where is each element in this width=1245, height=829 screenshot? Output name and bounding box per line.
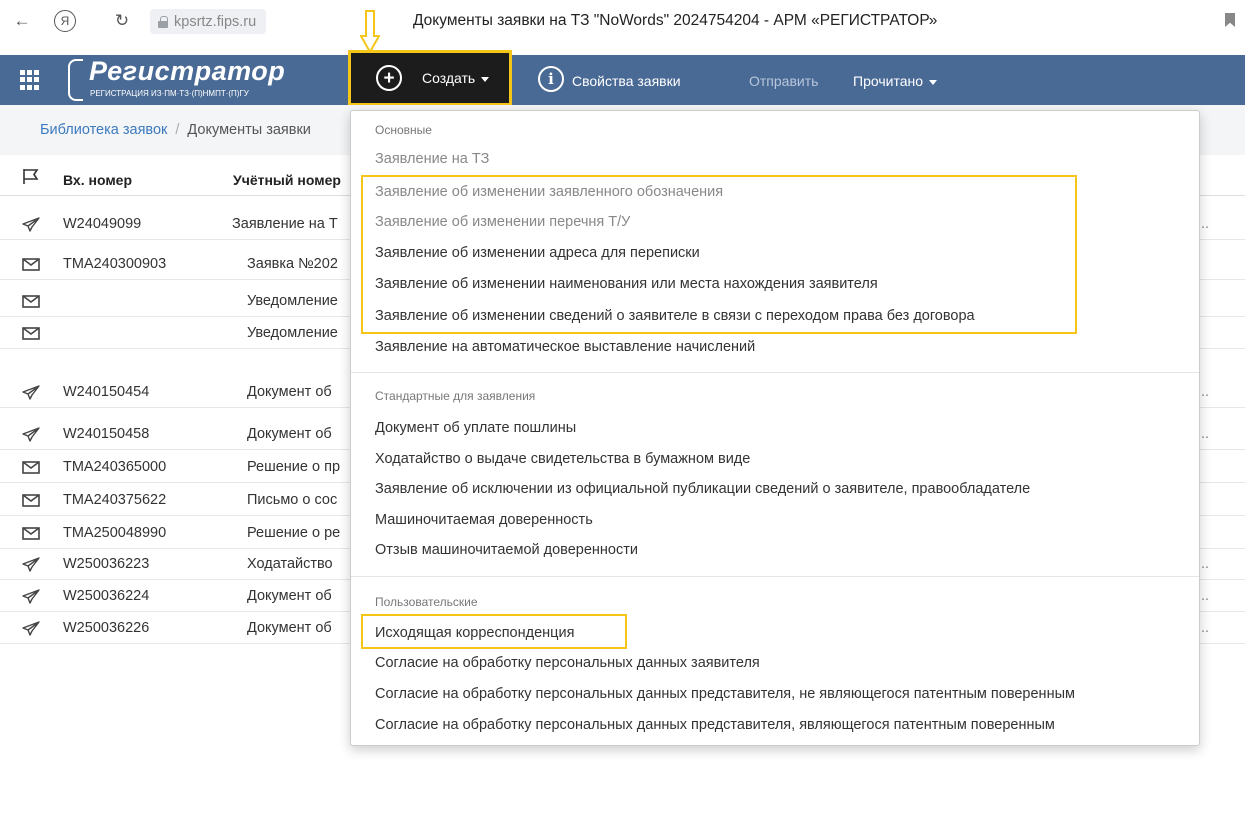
- caret-down-icon: [481, 76, 490, 82]
- send-icon: [22, 427, 40, 442]
- send-icon: [22, 385, 40, 400]
- row-number: TMA240365000: [63, 459, 167, 475]
- row-document: Решение о пр: [247, 459, 341, 475]
- row-document: Уведомление: [247, 325, 338, 341]
- plus-icon: +: [376, 65, 402, 91]
- breadcrumb-library-link[interactable]: Библиотека заявок: [40, 122, 167, 138]
- browser-toolbar: ← Я ↻ kpsrtz.fips.ru Документы заявки на…: [0, 0, 1245, 42]
- send-icon: [22, 589, 40, 604]
- row-number: W24049099: [63, 216, 142, 232]
- menu-divider: [351, 372, 1199, 373]
- address-bar[interactable]: kpsrtz.fips.ru: [150, 9, 267, 34]
- menu-item-outgoing-correspondence[interactable]: Исходящая корреспонденция: [375, 625, 574, 641]
- menu-item-change-applicant-info[interactable]: Заявление об изменении сведений о заявит…: [375, 308, 975, 324]
- breadcrumb-separator: /: [175, 122, 180, 138]
- caret-down-icon: [929, 79, 937, 85]
- row-number: TMA250048990: [63, 525, 167, 541]
- read-label: Прочитано: [853, 73, 923, 89]
- menu-divider: [351, 576, 1199, 577]
- row-document: Ходатайство: [247, 556, 333, 572]
- read-dropdown[interactable]: Прочитано: [853, 73, 937, 89]
- column-header-account[interactable]: Учётный номер: [233, 172, 341, 188]
- menu-item-change-applicant-name[interactable]: Заявление об изменении наименования или …: [375, 276, 878, 292]
- menu-item-consent-attorney[interactable]: Согласие на обработку персональных данны…: [375, 717, 1055, 733]
- logo-bracket-icon: [68, 59, 83, 101]
- row-number: W240150454: [63, 384, 150, 400]
- group-header-main: Основные: [375, 123, 432, 137]
- row-document: Решение о ре: [247, 525, 341, 541]
- reload-icon[interactable]: ↻: [110, 9, 134, 33]
- logo-title: Регистратор: [89, 56, 286, 86]
- url-text: kpsrtz.fips.ru: [174, 13, 257, 30]
- row-number: TMA240300903: [63, 256, 167, 272]
- row-document: Документ об: [247, 620, 332, 636]
- row-number: W250036226: [63, 620, 150, 636]
- menu-item-consent-non-attorney[interactable]: Согласие на обработку персональных данны…: [375, 686, 1075, 702]
- envelope-icon: [22, 526, 40, 541]
- annotation-arrow-icon: [360, 10, 380, 54]
- row-ellipsis: ..: [1201, 588, 1210, 604]
- back-arrow-icon[interactable]: ←: [10, 9, 34, 33]
- app-header: Регистратор РЕГИСТРАЦИЯ ИЗ·ПМ·ТЗ·(П)НМПТ…: [0, 55, 1245, 105]
- row-number: W240150458: [63, 426, 150, 442]
- bookmark-icon[interactable]: [1225, 13, 1235, 27]
- breadcrumb-current: Документы заявки: [187, 122, 311, 138]
- send-icon: [22, 621, 40, 636]
- menu-item-fee-payment[interactable]: Документ об уплате пошлины: [375, 420, 576, 436]
- menu-item-paper-certificate[interactable]: Ходатайство о выдаче свидетельства в бум…: [375, 451, 750, 467]
- logo[interactable]: Регистратор РЕГИСТРАЦИЯ ИЗ·ПМ·ТЗ·(П)НМПТ…: [60, 55, 338, 105]
- group-header-standard: Стандартные для заявления: [375, 389, 536, 403]
- menu-item-machine-poa[interactable]: Машиночитаемая доверенность: [375, 512, 593, 528]
- row-document: Заявка №202: [247, 256, 338, 272]
- menu-item-auto-charges[interactable]: Заявление на автоматическое выставление …: [375, 339, 755, 355]
- apps-grid-icon[interactable]: [20, 70, 40, 90]
- row-ellipsis: ..: [1201, 384, 1210, 400]
- row-number: TMA240375622: [63, 492, 167, 508]
- envelope-icon: [22, 493, 40, 508]
- menu-item-change-designation[interactable]: Заявление об изменении заявленного обозн…: [375, 184, 723, 200]
- row-document: Письмо о сос: [247, 492, 338, 508]
- yandex-icon[interactable]: Я: [54, 10, 76, 32]
- lock-icon: [158, 15, 168, 28]
- flag-icon[interactable]: [22, 168, 40, 185]
- logo-subtitle: РЕГИСТРАЦИЯ ИЗ·ПМ·ТЗ·(П)НМПТ·(П)ГУ: [90, 89, 249, 98]
- row-document: Документ об: [247, 384, 332, 400]
- create-button[interactable]: + Создать: [348, 50, 512, 106]
- envelope-icon: [22, 326, 40, 341]
- envelope-icon: [22, 460, 40, 475]
- create-dropdown-menu: Основные Заявление на ТЗ Заявление об из…: [350, 110, 1200, 746]
- row-document: Документ об: [247, 588, 332, 604]
- row-ellipsis: ..: [1201, 216, 1210, 232]
- menu-item-change-goods-list[interactable]: Заявление об изменении перечня Т/У: [375, 214, 630, 230]
- menu-item-change-address[interactable]: Заявление об изменении адреса для перепи…: [375, 245, 700, 261]
- group-header-user: Пользовательские: [375, 595, 478, 609]
- row-number: W250036223: [63, 556, 150, 572]
- menu-item-tz-application[interactable]: Заявление на ТЗ: [375, 151, 489, 167]
- envelope-icon: [22, 294, 40, 309]
- row-ellipsis: ..: [1201, 426, 1210, 442]
- envelope-icon: [22, 257, 40, 272]
- menu-item-revoke-poa[interactable]: Отзыв машиночитаемой доверенности: [375, 542, 638, 558]
- menu-item-exclude-publication[interactable]: Заявление об исключении из официальной п…: [375, 481, 1030, 497]
- send-icon: [22, 557, 40, 572]
- row-document: Уведомление: [247, 293, 338, 309]
- send-icon: [22, 217, 40, 232]
- page-title: Документы заявки на ТЗ "NoWords" 2024754…: [413, 12, 938, 29]
- row-document: Заявление на Т: [232, 216, 338, 232]
- row-document: Документ об: [247, 426, 332, 442]
- row-ellipsis: ..: [1201, 620, 1210, 636]
- send-link[interactable]: Отправить: [749, 73, 818, 89]
- column-header-number[interactable]: Вх. номер: [63, 172, 132, 188]
- menu-item-consent-applicant[interactable]: Согласие на обработку персональных данны…: [375, 655, 760, 671]
- row-number: W250036224: [63, 588, 150, 604]
- row-ellipsis: ..: [1201, 556, 1210, 572]
- properties-link[interactable]: Свойства заявки: [572, 73, 681, 89]
- create-label: Создать: [422, 70, 476, 86]
- info-icon[interactable]: i: [538, 66, 564, 92]
